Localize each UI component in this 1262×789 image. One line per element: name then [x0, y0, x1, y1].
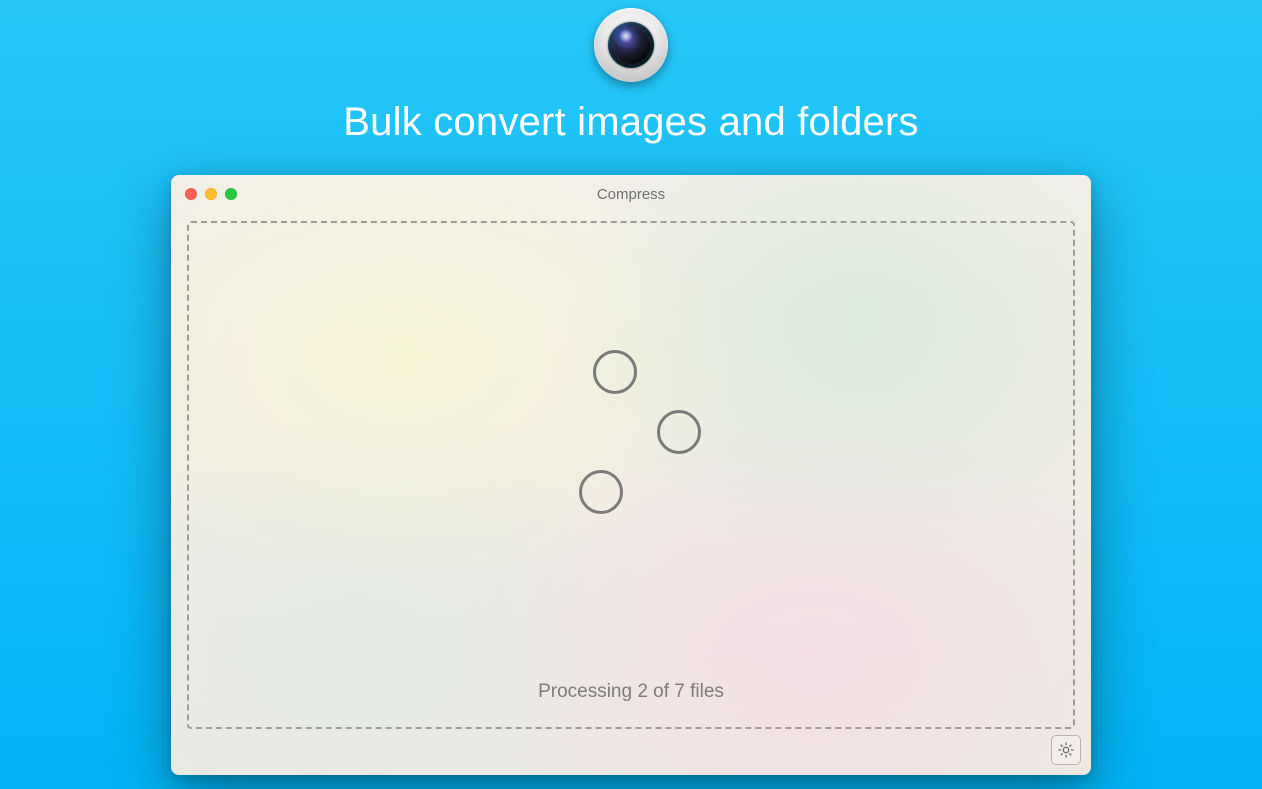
processing-spinner-icon: [551, 350, 711, 510]
window-titlebar: Compress: [171, 175, 1091, 213]
window-title: Compress: [171, 186, 1091, 203]
lens-icon: [608, 22, 654, 68]
spinner-dot-icon: [657, 410, 701, 454]
app-lens-icon: [594, 8, 668, 82]
app-window: Compress Processing 2 of 7 files: [171, 175, 1091, 775]
window-traffic-lights: [185, 188, 237, 200]
settings-button[interactable]: [1051, 735, 1081, 765]
spinner-dot-icon: [579, 470, 623, 514]
spinner-dot-icon: [593, 350, 637, 394]
page-headline: Bulk convert images and folders: [0, 100, 1262, 145]
drop-zone[interactable]: Processing 2 of 7 files: [187, 221, 1075, 729]
window-minimize-button[interactable]: [205, 188, 217, 200]
gear-icon: [1056, 740, 1076, 760]
processing-status-text: Processing 2 of 7 files: [189, 681, 1073, 703]
window-zoom-button[interactable]: [225, 188, 237, 200]
window-close-button[interactable]: [185, 188, 197, 200]
